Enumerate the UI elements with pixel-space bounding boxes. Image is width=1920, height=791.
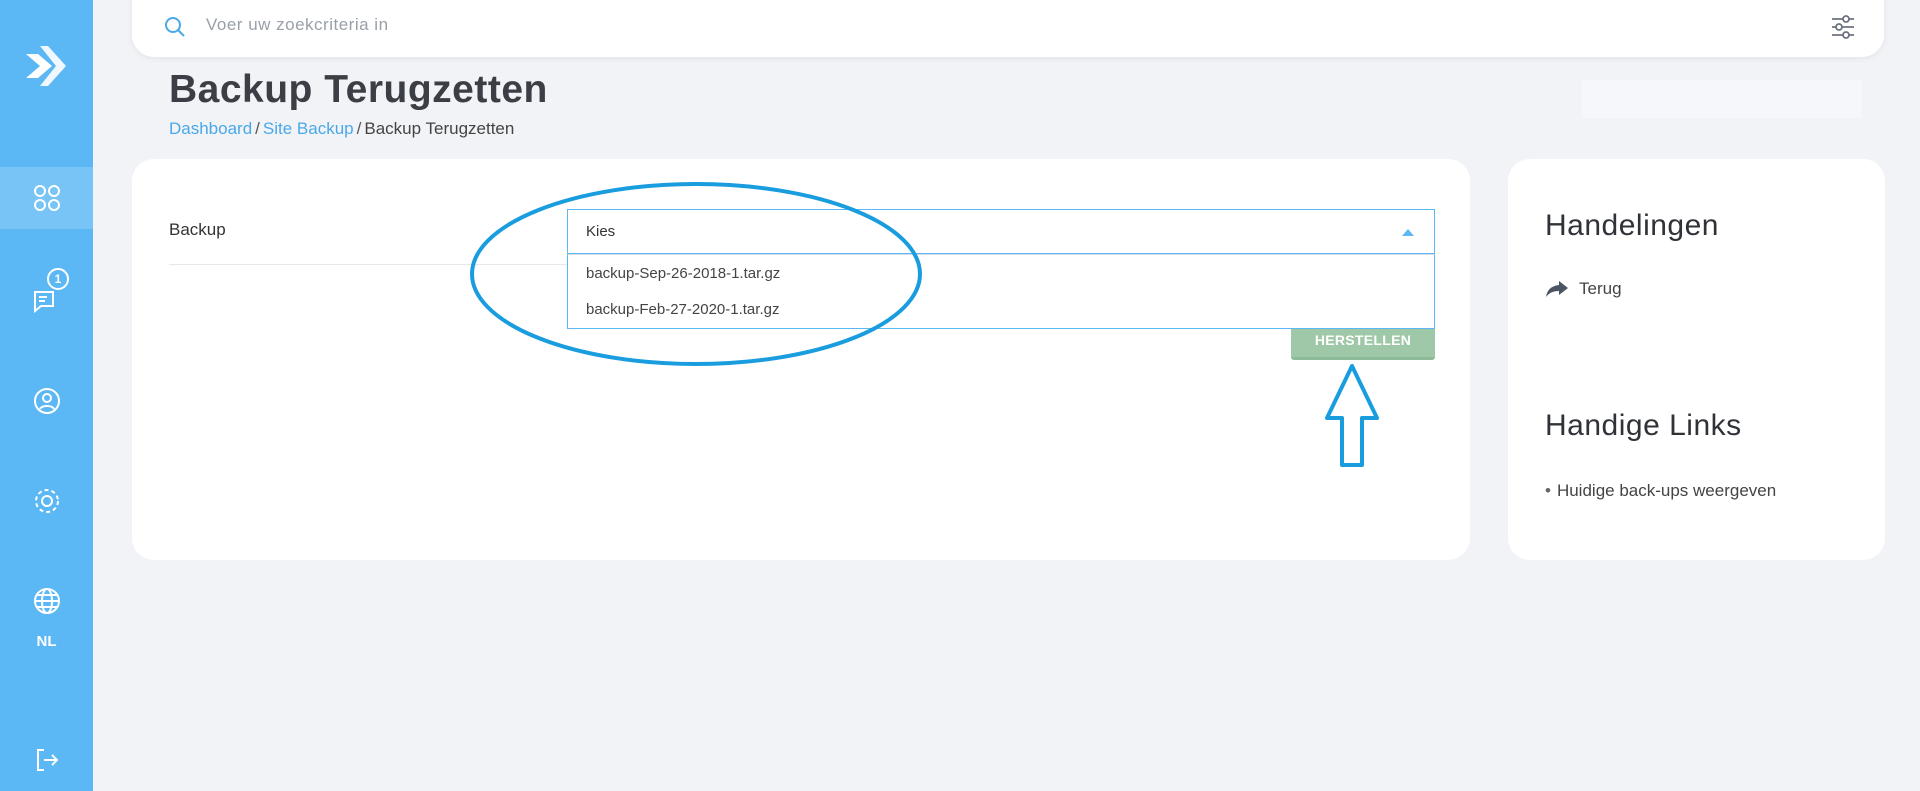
header-placeholder (1582, 80, 1862, 118)
links-heading: Handige Links (1545, 409, 1742, 442)
divider (169, 264, 569, 265)
backup-select[interactable]: Kies (567, 209, 1435, 254)
sidebar-item-messages[interactable]: 1 (0, 268, 93, 330)
language-label[interactable]: NL (0, 633, 93, 650)
share-arrow-icon (1546, 281, 1568, 297)
quick-link-label: Huidige back-ups weergeven (1556, 481, 1777, 500)
user-icon (33, 388, 60, 414)
backup-form-card: Backup HERSTELLEN Kies backup-Sep-26-201… (132, 159, 1470, 560)
breadcrumb-site-backup[interactable]: Site Backup (263, 119, 354, 138)
breadcrumb: Dashboard / Site Backup / Backup Terugzetten (169, 119, 515, 138)
logo-icon[interactable] (22, 40, 70, 92)
dropdown-option[interactable]: backup-Feb-27-2020-1.tar.gz (586, 301, 779, 318)
search-input[interactable] (206, 8, 1706, 42)
sidebar-item-settings[interactable] (0, 470, 93, 532)
backup-label: Backup (169, 220, 226, 239)
search-icon[interactable] (164, 16, 186, 38)
actions-heading: Handelingen (1545, 209, 1719, 242)
backup-dropdown: backup-Sep-26-2018-1.tar.gz backup-Feb-2… (567, 254, 1435, 329)
grid-icon (33, 185, 60, 211)
quick-link-item[interactable]: • Huidige back-ups weergeven (1545, 481, 1776, 501)
sidebar: 1 NL (0, 0, 93, 791)
search-bar (132, 0, 1884, 57)
globe-icon (33, 588, 60, 614)
breadcrumb-current: Backup Terugzetten (364, 119, 515, 138)
sidebar-item-account[interactable] (0, 370, 93, 432)
sidebar-item-language[interactable] (0, 570, 93, 632)
logout-icon (36, 749, 58, 771)
sidebar-item-dashboard[interactable] (0, 167, 93, 229)
back-link[interactable]: Terug (1545, 279, 1622, 299)
select-value: Kies (586, 223, 616, 240)
actions-card: Handelingen Terug Handige Links • Huidige… (1508, 159, 1885, 560)
caret-up-icon (1402, 229, 1414, 236)
filter-settings-icon[interactable] (1830, 14, 1856, 40)
gear-icon (34, 489, 59, 513)
page-title: Backup Terugzetten (169, 68, 548, 111)
back-label: Terug (1579, 279, 1622, 298)
breadcrumb-dashboard[interactable]: Dashboard (169, 119, 252, 138)
dropdown-option[interactable]: backup-Sep-26-2018-1.tar.gz (586, 265, 780, 282)
notification-badge: 1 (47, 268, 69, 290)
sidebar-item-logout[interactable] (0, 735, 93, 785)
